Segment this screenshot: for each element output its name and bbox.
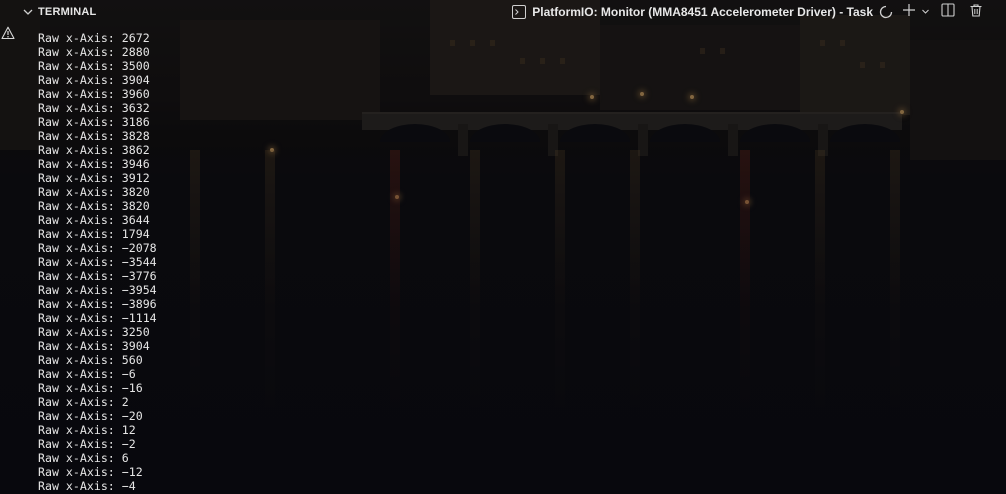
terminal-line: Raw x-Axis: 3828 (38, 129, 150, 143)
terminal-line: Raw x-Axis: 6 (38, 451, 129, 465)
terminal-line: Raw x-Axis: −1114 (38, 311, 157, 325)
terminal-line: Raw x-Axis: −4 (38, 479, 136, 493)
split-terminal-icon (941, 2, 955, 22)
terminal-line: Raw x-Axis: −3544 (38, 255, 157, 269)
terminal-line: Raw x-Axis: 12 (38, 423, 136, 437)
terminal-line: Raw x-Axis: 3820 (38, 185, 150, 199)
terminal-line: Raw x-Axis: 3820 (38, 199, 150, 213)
terminal-line: Raw x-Axis: −16 (38, 381, 143, 395)
terminal-line: Raw x-Axis: −3954 (38, 283, 157, 297)
terminal-line: Raw x-Axis: 2880 (38, 45, 150, 59)
terminal-line: Raw x-Axis: −20 (38, 409, 143, 423)
warning-icon[interactable] (1, 26, 15, 40)
active-terminal-dropdown[interactable]: PlatformIO: Monitor (MMA8451 Acceleromet… (532, 5, 873, 19)
terminal-gutter (0, 24, 19, 494)
terminal-line: Raw x-Axis: 3904 (38, 339, 150, 353)
terminal-line: Raw x-Axis: −3776 (38, 269, 157, 283)
terminal-line: Raw x-Axis: 3904 (38, 73, 150, 87)
terminal-line: Raw x-Axis: −2078 (38, 241, 157, 255)
plus-icon (902, 3, 916, 22)
chevron-down-icon[interactable] (21, 5, 35, 19)
split-terminal-button[interactable] (936, 0, 960, 24)
terminal-line: Raw x-Axis: 2672 (38, 31, 150, 45)
trash-icon (969, 3, 983, 22)
terminal-line: Raw x-Axis: −6 (38, 367, 136, 381)
new-terminal-button[interactable] (899, 0, 919, 24)
terminal-line: Raw x-Axis: 3862 (38, 143, 150, 157)
terminal-panel-header: TERMINAL PlatformIO: Monitor (MMA8451 Ac… (0, 0, 1006, 24)
terminal-line: Raw x-Axis: 560 (38, 353, 143, 367)
terminal-toolbar: PlatformIO: Monitor (MMA8451 Acceleromet… (512, 0, 1006, 24)
terminal-line: Raw x-Axis: 3960 (38, 87, 150, 101)
terminal-line: Raw x-Axis: 3946 (38, 157, 150, 171)
kill-terminal-button[interactable] (964, 0, 988, 24)
terminal-line: Raw x-Axis: 3186 (38, 115, 150, 129)
terminal-line: Raw x-Axis: −2 (38, 437, 136, 451)
launch-profile-dropdown[interactable] (919, 0, 931, 24)
chevron-down-icon (921, 3, 930, 21)
terminal-panel-title-area[interactable]: TERMINAL (0, 0, 96, 24)
terminal-line: Raw x-Axis: 1794 (38, 227, 150, 241)
terminal-line: Raw x-Axis: 3644 (38, 213, 150, 227)
terminal-icon (512, 5, 527, 19)
terminal-line: Raw x-Axis: −12 (38, 465, 143, 479)
terminal-line: Raw x-Axis: −3896 (38, 297, 157, 311)
panel-title: TERMINAL (38, 6, 97, 18)
terminal-line: Raw x-Axis: 3500 (38, 59, 150, 73)
terminal-line: Raw x-Axis: 3632 (38, 101, 150, 115)
terminal-line: Raw x-Axis: 3250 (38, 325, 150, 339)
terminal-line: Raw x-Axis: 2 (38, 395, 129, 409)
terminal-line: Raw x-Axis: 3912 (38, 171, 150, 185)
loading-spinner-icon (877, 0, 895, 24)
terminal-output[interactable]: Raw x-Axis: 2672 Raw x-Axis: 2880 Raw x-Ax… (38, 31, 157, 493)
